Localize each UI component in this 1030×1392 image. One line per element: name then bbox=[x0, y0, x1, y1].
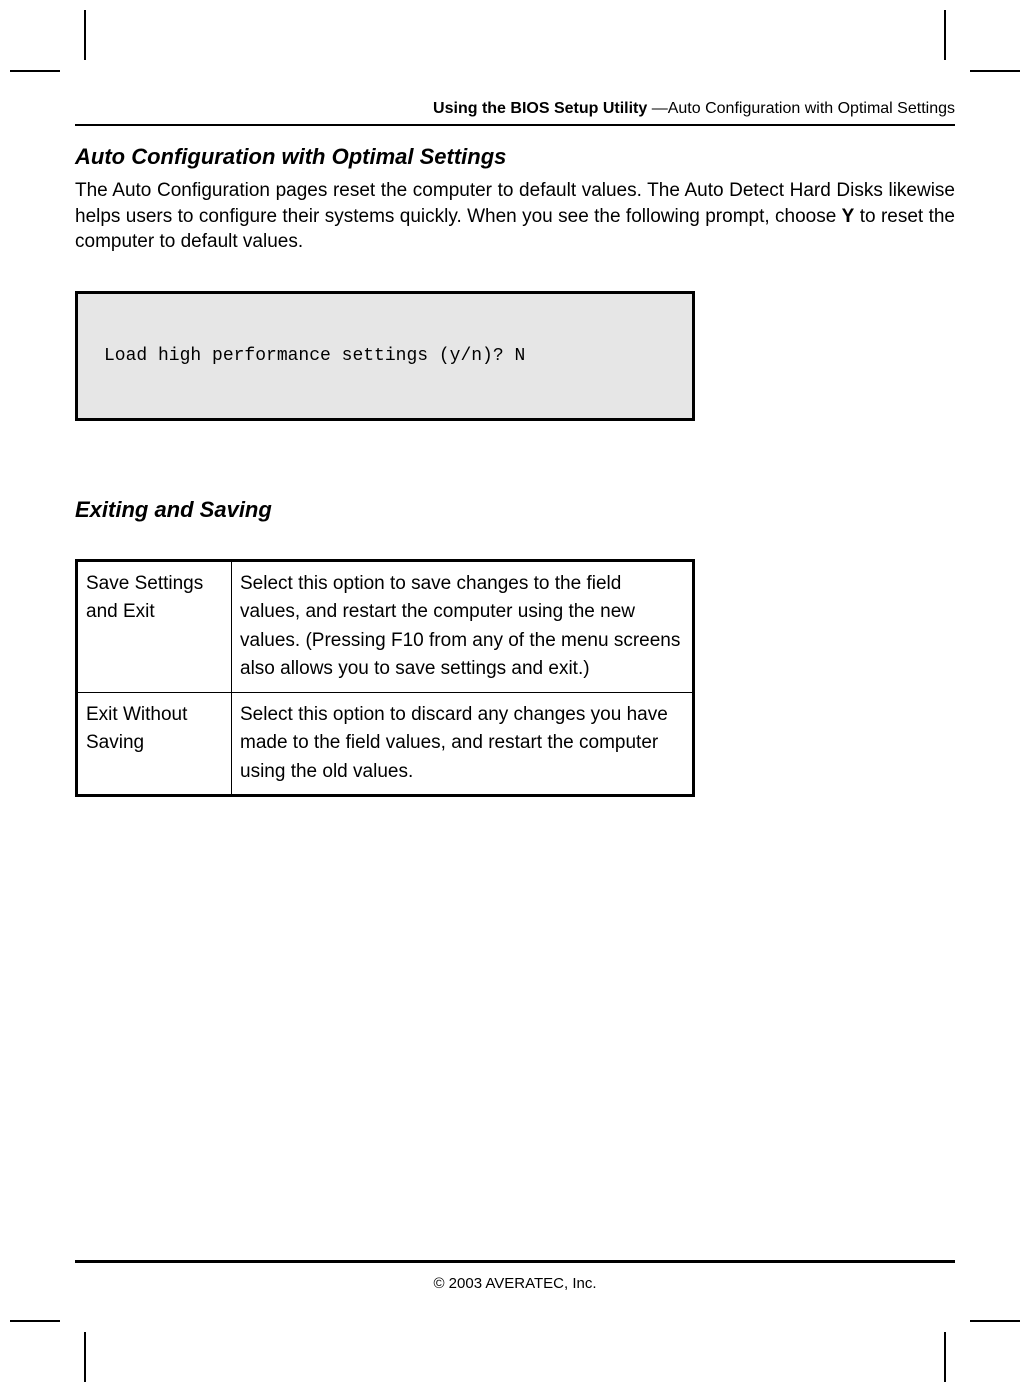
header-bold: Using the BIOS Setup Utility bbox=[433, 100, 652, 117]
running-header: Using the BIOS Setup Utility —Auto Confi… bbox=[75, 100, 955, 126]
crop-mark bbox=[970, 1320, 1020, 1322]
crop-mark bbox=[10, 1320, 60, 1322]
body-paragraph: The Auto Configuration pages reset the c… bbox=[75, 178, 955, 255]
prompt-box: Load high performance settings (y/n)? N bbox=[75, 291, 695, 421]
section-heading-exiting: Exiting and Saving bbox=[75, 497, 955, 523]
crop-mark bbox=[84, 10, 86, 60]
table-row: Save Settings and Exit Select this optio… bbox=[77, 560, 694, 692]
crop-mark bbox=[970, 70, 1020, 72]
copyright-text: © 2003 AVERATEC, Inc. bbox=[433, 1275, 596, 1292]
page-footer: © 2003 AVERATEC, Inc. bbox=[75, 1260, 955, 1292]
options-table: Save Settings and Exit Select this optio… bbox=[75, 559, 695, 798]
section-heading-auto-config: Auto Configuration with Optimal Settings bbox=[75, 144, 955, 170]
option-label: Save Settings and Exit bbox=[77, 560, 232, 692]
table-row: Exit Without Saving Select this option t… bbox=[77, 692, 694, 796]
page-content: Using the BIOS Setup Utility —Auto Confi… bbox=[75, 100, 955, 1292]
option-description: Select this option to discard any change… bbox=[232, 692, 694, 796]
para-text-bold: Y bbox=[842, 206, 855, 227]
crop-mark bbox=[10, 70, 60, 72]
header-rest: —Auto Configuration with Optimal Setting… bbox=[652, 100, 955, 117]
para-text-pre: The Auto Configuration pages reset the c… bbox=[75, 180, 955, 227]
prompt-text: Load high performance settings (y/n)? N bbox=[104, 346, 525, 366]
crop-mark bbox=[944, 1332, 946, 1382]
option-label: Exit Without Saving bbox=[77, 692, 232, 796]
crop-mark bbox=[84, 1332, 86, 1382]
crop-mark bbox=[944, 10, 946, 60]
option-description: Select this option to save changes to th… bbox=[232, 560, 694, 692]
